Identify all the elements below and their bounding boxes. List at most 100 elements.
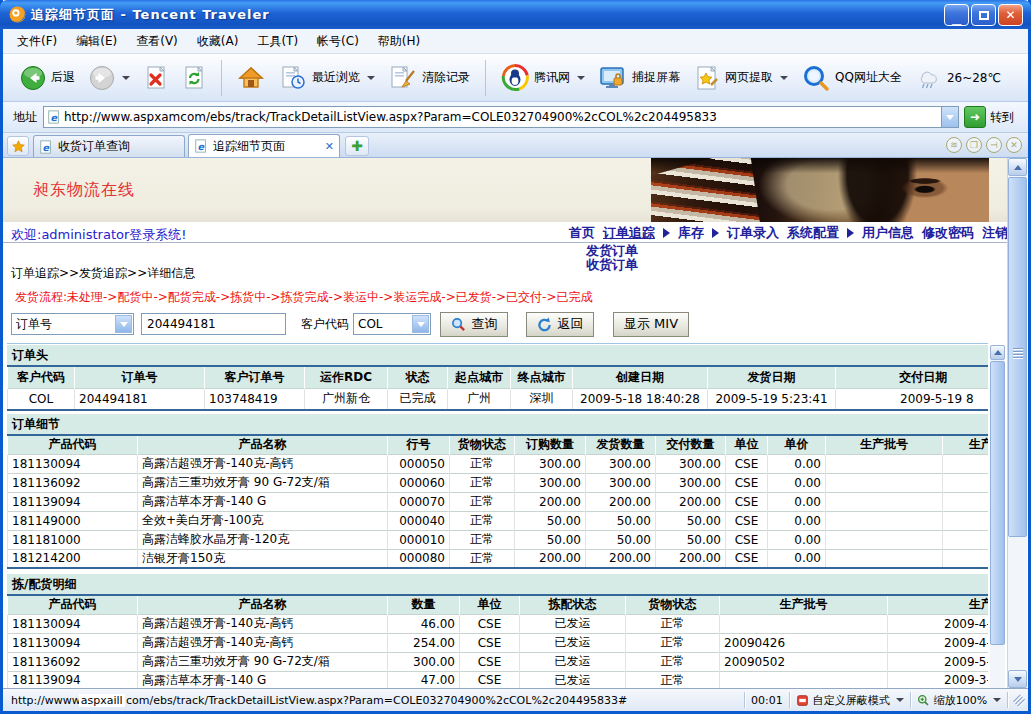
nav-item[interactable]: 订单追踪 bbox=[603, 224, 655, 242]
history-icon bbox=[279, 65, 307, 91]
column-header: 产品名称 bbox=[138, 435, 388, 454]
nav-item[interactable]: 注销 bbox=[982, 224, 1008, 242]
site-brand: 昶东物流在线 bbox=[33, 180, 135, 201]
toolbar-button-clear-history[interactable]: 清除记录 bbox=[382, 58, 477, 98]
nav-submenu-item[interactable]: 发货订单 bbox=[586, 244, 638, 258]
favorites-button[interactable] bbox=[7, 136, 29, 156]
column-header: 数量 bbox=[388, 595, 460, 614]
tab-pin-button[interactable]: ⊣ bbox=[986, 137, 1002, 153]
column-header: 交付数量 bbox=[656, 435, 726, 454]
banner-photo bbox=[651, 158, 989, 222]
toolbar-button-qq-search[interactable]: QQ网址大全 bbox=[795, 58, 909, 98]
section-title: 订单头 bbox=[7, 345, 988, 365]
menu-item[interactable]: 查看(V) bbox=[136, 33, 178, 50]
star-icon bbox=[12, 140, 25, 153]
column-header: 生产批号 bbox=[720, 595, 888, 614]
column-header: 运作RDC bbox=[305, 366, 388, 388]
nav-item[interactable]: 订单录入 bbox=[727, 224, 779, 242]
ie-page-icon: e bbox=[194, 139, 208, 153]
address-url: http://www.aspxamcom/ebs/track/TrackDeta… bbox=[64, 110, 717, 124]
tab-restore-button[interactable]: ❐ bbox=[966, 137, 982, 153]
menu-item[interactable]: 帐号(C) bbox=[317, 33, 359, 50]
toolbar-button[interactable] bbox=[230, 58, 272, 98]
new-tab-button[interactable]: ✚ bbox=[345, 136, 369, 156]
table-t3: 产品代码产品名称数量单位拣配状态货物状态生产批号生产日期181130094高露洁… bbox=[7, 594, 988, 688]
home-icon bbox=[237, 65, 265, 91]
tab-list-button[interactable]: ≋ bbox=[946, 137, 962, 153]
nav-item[interactable]: 首页 bbox=[569, 224, 595, 242]
zoom-icon bbox=[917, 694, 930, 707]
status-url: http://wwwwaspxaill com/ebs/track/TrackD… bbox=[3, 694, 738, 707]
toolbar-button-weather[interactable]: 26~28℃ bbox=[909, 58, 1008, 98]
clear-history-icon bbox=[389, 65, 417, 91]
table-row: COL204494181103748419广州新仓已完成广州深圳2009-5-1… bbox=[8, 388, 989, 410]
column-header: 客户代码 bbox=[8, 366, 75, 388]
tab-close-icon[interactable]: ✕ bbox=[325, 140, 334, 153]
minimize-button[interactable]: ▁ bbox=[944, 4, 969, 26]
column-header: 交付日期 bbox=[836, 366, 989, 388]
search-icon bbox=[451, 317, 466, 332]
tab-close-button[interactable]: ✕ bbox=[1006, 137, 1022, 153]
toolbar-button-history[interactable]: 最近浏览 bbox=[272, 58, 382, 98]
table-row: 181139094高露洁草本牙膏-140 G000070正常200.00200.… bbox=[8, 492, 989, 511]
qq-icon bbox=[501, 64, 529, 92]
toolbar-button-extract-page[interactable]: 网页提取 bbox=[687, 58, 795, 98]
forward-icon bbox=[89, 65, 115, 91]
toolbar-button[interactable] bbox=[137, 58, 175, 98]
column-header: 拣配状态 bbox=[520, 595, 626, 614]
return-icon bbox=[537, 317, 552, 332]
nav-item[interactable]: 系统配置 bbox=[787, 224, 839, 242]
column-header: 订单号 bbox=[75, 366, 205, 388]
column-header: 产品代码 bbox=[8, 595, 138, 614]
toolbar-button[interactable] bbox=[175, 58, 213, 98]
zoom-control[interactable]: 缩放100% bbox=[917, 693, 1001, 708]
back-button[interactable]: 返回 bbox=[526, 312, 594, 337]
nav-arrow-icon bbox=[712, 228, 719, 238]
menu-item[interactable]: 编辑(E) bbox=[76, 33, 117, 50]
process-note: 发货流程:未处理->配货中->配货完成->拣货中->拣货完成->装运中->装运完… bbox=[15, 289, 593, 306]
customer-code-select[interactable]: COL bbox=[353, 313, 431, 335]
inner-scrollbar[interactable] bbox=[990, 345, 1005, 688]
address-dropdown[interactable] bbox=[941, 107, 958, 127]
order-number-input[interactable]: 204494181 bbox=[141, 313, 286, 335]
go-button[interactable]: ➜ bbox=[964, 106, 986, 128]
title-bar[interactable]: 追踪细节页面 - Tencent Traveler ▁ ✕ bbox=[0, 0, 1031, 29]
nav-divider bbox=[3, 242, 1007, 243]
column-header: 货物状态 bbox=[450, 435, 515, 454]
nav-arrow-icon bbox=[663, 228, 670, 238]
nav-item[interactable]: 库存 bbox=[678, 224, 704, 242]
toolbar-button-capture-screen[interactable]: 捕捉屏幕 bbox=[592, 58, 687, 98]
browser-window: 追踪细节页面 - Tencent Traveler ▁ ✕ 文件(F) 编辑(E)… bbox=[0, 0, 1031, 714]
nav-submenu-item[interactable]: 收货订单 bbox=[586, 258, 638, 272]
menu-item[interactable]: 工具(T) bbox=[257, 33, 298, 50]
show-miv-button[interactable]: 显示 MIV bbox=[613, 312, 689, 337]
search-button[interactable]: 查询 bbox=[440, 312, 508, 337]
maximize-button[interactable] bbox=[971, 4, 996, 26]
table-t2: 产品代码产品名称行号货物状态订购数量发货数量交付数量单位单价生产批号生产日期18… bbox=[7, 434, 988, 569]
menu-item[interactable]: 收藏(A) bbox=[197, 33, 239, 50]
block-mode[interactable]: 自定义屏蔽模式 bbox=[796, 693, 904, 708]
toolbar: 后退 最近浏览清除记录腾讯网捕捉屏幕网页提取QQ网址大全26~28℃ bbox=[3, 54, 1028, 102]
menu-bar: 文件(F) 编辑(E) 查看(V) 收藏(A) 工具(T) 帐号(C) 帮助(H) bbox=[3, 29, 1028, 54]
nav-item[interactable]: 用户信息 bbox=[862, 224, 914, 242]
address-input[interactable]: e http://www.aspxamcom/ebs/track/TrackDe… bbox=[43, 106, 959, 128]
column-header: 单价 bbox=[768, 435, 826, 454]
weather-icon bbox=[916, 65, 942, 91]
page-scrollbar[interactable] bbox=[1007, 158, 1027, 688]
table-t1: 客户代码订单号客户订单号运作RDC状态起点城市终点城市创建日期发货日期交付日期C… bbox=[7, 365, 988, 411]
tab-active[interactable]: e追踪细节页面✕ bbox=[188, 134, 340, 157]
toolbar-button-back[interactable]: 后退 bbox=[13, 58, 82, 98]
qq-search-icon bbox=[802, 64, 830, 92]
refresh-icon bbox=[182, 65, 206, 91]
app-icon bbox=[9, 6, 26, 23]
order-type-select[interactable]: 订单号 bbox=[11, 313, 134, 335]
table-row: 181136092高露洁三重功效牙膏 90 G-72支/箱300.00CSE已发… bbox=[8, 652, 989, 671]
menu-item[interactable]: 文件(F) bbox=[17, 33, 57, 50]
menu-item[interactable]: 帮助(H) bbox=[378, 33, 420, 50]
tab-inactive[interactable]: e收货订单查询 bbox=[33, 135, 185, 157]
toolbar-button[interactable] bbox=[82, 58, 137, 98]
table-row: 181130094高露洁超强牙膏-140克-高钙000050正常300.0030… bbox=[8, 454, 989, 473]
nav-item[interactable]: 修改密码 bbox=[922, 224, 974, 242]
close-button[interactable]: ✕ bbox=[998, 4, 1023, 26]
toolbar-button-qq[interactable]: 腾讯网 bbox=[494, 58, 592, 98]
